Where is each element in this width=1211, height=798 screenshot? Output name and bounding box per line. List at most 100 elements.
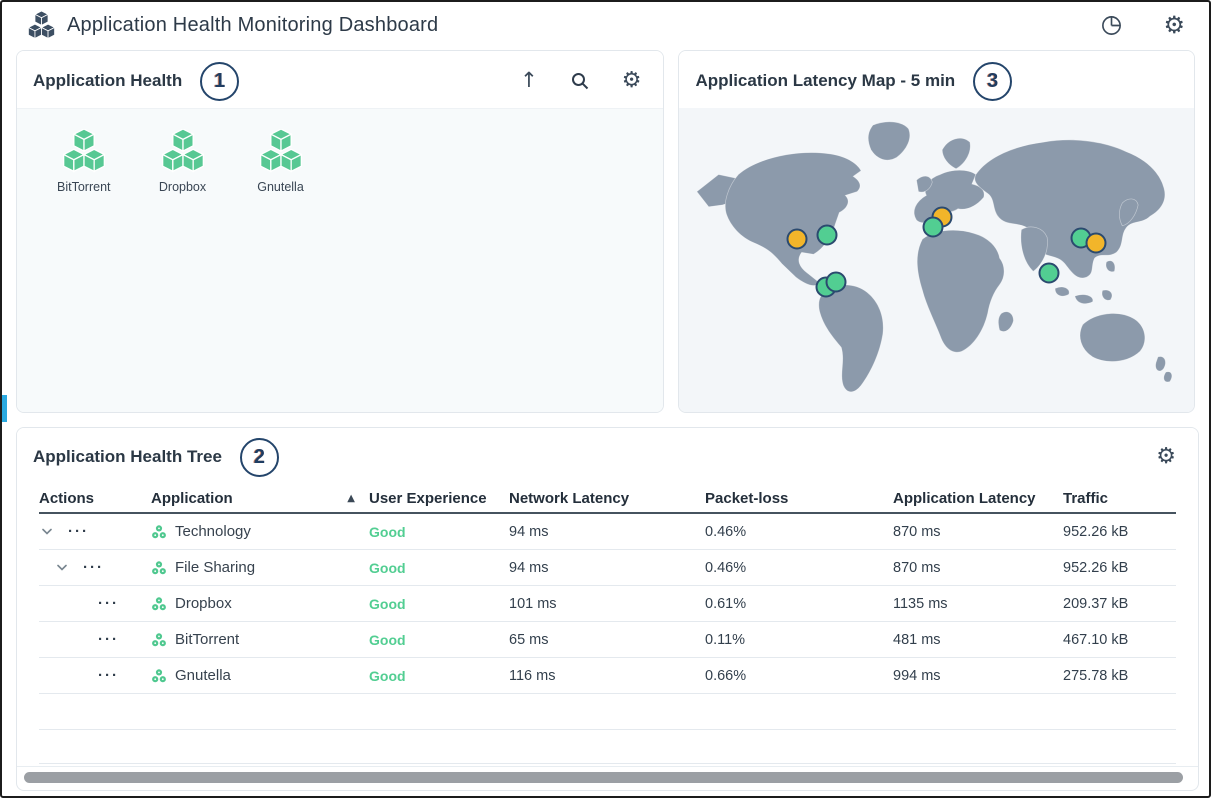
- traffic-value: 952.26 kB: [1063, 560, 1176, 576]
- application-tile-dropbox[interactable]: Dropbox: [157, 129, 209, 194]
- application-tile-label: BitTorrent: [57, 180, 111, 194]
- chevron-down-icon[interactable]: [39, 528, 55, 535]
- user-experience-value: Good: [369, 632, 509, 648]
- application-latency-value: 994 ms: [893, 668, 1063, 684]
- app-cluster-icon: [151, 668, 167, 684]
- search-icon[interactable]: [570, 71, 590, 91]
- user-experience-value: Good: [369, 560, 509, 576]
- annotation-2: 2: [240, 438, 279, 477]
- app-cubes-icon: [260, 129, 302, 174]
- health-tree-table: Actions Application ▲ User Experience Ne…: [17, 484, 1198, 766]
- table-header-row: Actions Application ▲ User Experience Ne…: [39, 484, 1176, 514]
- table-row-file-sharing[interactable]: ··· File Sharing Good 94 ms 0.46% 870 ms…: [39, 550, 1176, 586]
- user-experience-value: Good: [369, 596, 509, 612]
- actions-cell: ···: [39, 596, 151, 611]
- app-cluster-icon: [151, 560, 167, 576]
- application-cell: Dropbox: [151, 595, 369, 612]
- page-title: Application Health Monitoring Dashboard: [67, 14, 438, 37]
- network-latency-value: 65 ms: [509, 632, 705, 648]
- world-map-graphic: [679, 108, 1194, 412]
- column-header-network-latency[interactable]: Network Latency: [509, 490, 705, 507]
- traffic-value: 952.26 kB: [1063, 524, 1176, 540]
- column-header-application-latency[interactable]: Application Latency: [893, 490, 1063, 507]
- network-latency-value: 116 ms: [509, 668, 705, 684]
- empty-row: [39, 694, 1176, 730]
- application-tiles-container: BitTorrent Dropbox Gnutella: [17, 108, 663, 412]
- application-name: BitTorrent: [175, 631, 239, 648]
- latency-marker-europe-central[interactable]: [923, 217, 944, 238]
- settings-gear-icon[interactable]: ⚙: [1163, 13, 1185, 37]
- application-cell: Gnutella: [151, 667, 369, 684]
- packet-loss-value: 0.61%: [705, 596, 893, 612]
- row-actions-ellipsis-icon[interactable]: ···: [68, 524, 89, 539]
- actions-cell: ···: [39, 632, 151, 647]
- table-body: ··· Technology Good 94 ms 0.46% 870 ms 9…: [39, 514, 1176, 694]
- app-cluster-icon: [151, 632, 167, 648]
- user-experience-value: Good: [369, 524, 509, 540]
- row-actions-ellipsis-icon[interactable]: ···: [98, 632, 119, 647]
- pie-chart-icon[interactable]: [1100, 14, 1123, 37]
- table-row-bittorrent[interactable]: ··· BitTorrent Good 65 ms 0.11% 481 ms 4…: [39, 622, 1176, 658]
- packet-loss-value: 0.46%: [705, 560, 893, 576]
- application-latency-value: 870 ms: [893, 560, 1063, 576]
- column-header-packet-loss[interactable]: Packet-loss: [705, 490, 893, 507]
- user-experience-value: Good: [369, 668, 509, 684]
- latency-marker-south-america-east[interactable]: [826, 272, 847, 293]
- latency-map-title: Application Latency Map - 5 min: [695, 71, 955, 91]
- application-name: File Sharing: [175, 559, 255, 576]
- scrollbar-thumb[interactable]: [24, 772, 1183, 783]
- table-row-dropbox[interactable]: ··· Dropbox Good 101 ms 0.61% 1135 ms 20…: [39, 586, 1176, 622]
- latency-marker-north-america-east[interactable]: [817, 225, 838, 246]
- table-row-technology[interactable]: ··· Technology Good 94 ms 0.46% 870 ms 9…: [39, 514, 1176, 550]
- world-map: [679, 108, 1194, 412]
- column-header-application[interactable]: Application ▲: [151, 490, 369, 507]
- application-cell: Technology: [151, 523, 369, 540]
- annotation-3: 3: [973, 62, 1012, 101]
- chevron-down-icon[interactable]: [54, 564, 70, 571]
- app-logo-cubes-icon: [28, 11, 55, 40]
- application-cell: BitTorrent: [151, 631, 369, 648]
- empty-row: [39, 730, 1176, 764]
- network-latency-value: 101 ms: [509, 596, 705, 612]
- left-edge-accent-tab[interactable]: [2, 395, 7, 422]
- application-cell: File Sharing: [151, 559, 369, 576]
- app-cubes-icon: [162, 129, 204, 174]
- panel-settings-gear-icon[interactable]: ⚙: [622, 70, 642, 92]
- traffic-value: 467.10 kB: [1063, 632, 1176, 648]
- app-cluster-icon: [151, 524, 167, 540]
- annotation-1: 1: [200, 62, 239, 101]
- traffic-value: 209.37 kB: [1063, 596, 1176, 612]
- table-row-gnutella[interactable]: ··· Gnutella Good 116 ms 0.66% 994 ms 27…: [39, 658, 1176, 694]
- latency-marker-east-asia-east[interactable]: [1086, 233, 1107, 254]
- horizontal-scrollbar[interactable]: [17, 766, 1198, 790]
- application-tile-label: Dropbox: [159, 180, 206, 194]
- packet-loss-value: 0.66%: [705, 668, 893, 684]
- application-latency-value: 481 ms: [893, 632, 1063, 648]
- packet-loss-value: 0.11%: [705, 632, 893, 648]
- application-tile-gnutella[interactable]: Gnutella: [255, 129, 307, 194]
- column-header-actions[interactable]: Actions: [39, 490, 151, 507]
- app-cubes-icon: [63, 129, 105, 174]
- actions-cell: ···: [39, 560, 151, 575]
- health-tree-panel: Application Health Tree 2 ⚙ Actions Appl…: [16, 427, 1199, 791]
- column-header-user-experience[interactable]: User Experience: [369, 490, 509, 507]
- tree-settings-gear-icon[interactable]: ⚙: [1156, 446, 1176, 468]
- network-latency-value: 94 ms: [509, 560, 705, 576]
- sort-ascending-icon[interactable]: ▲: [347, 493, 355, 504]
- latency-marker-north-america-central[interactable]: [787, 229, 808, 250]
- row-actions-ellipsis-icon[interactable]: ···: [98, 596, 119, 611]
- row-actions-ellipsis-icon[interactable]: ···: [83, 560, 104, 575]
- application-name: Gnutella: [175, 667, 231, 684]
- traffic-value: 275.78 kB: [1063, 668, 1176, 684]
- column-header-traffic[interactable]: Traffic: [1063, 490, 1176, 507]
- latency-marker-southeast-asia[interactable]: [1039, 263, 1060, 284]
- packet-loss-value: 0.46%: [705, 524, 893, 540]
- application-latency-value: 870 ms: [893, 524, 1063, 540]
- top-panels-row: Application Health 1 ↑ ⚙: [2, 48, 1209, 413]
- row-actions-ellipsis-icon[interactable]: ···: [98, 668, 119, 683]
- application-tile-bittorrent[interactable]: BitTorrent: [57, 129, 111, 194]
- application-health-title: Application Health: [33, 71, 182, 91]
- maximize-arrow-icon[interactable]: ↑: [520, 70, 538, 91]
- actions-cell: ···: [39, 524, 151, 539]
- application-name: Technology: [175, 523, 251, 540]
